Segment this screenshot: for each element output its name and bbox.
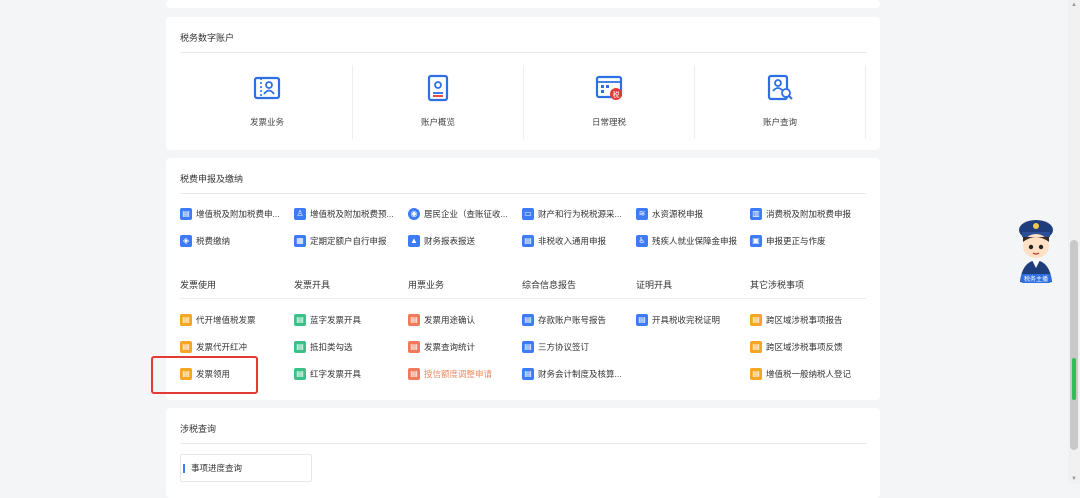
tile-label: 账户概览 [420,117,455,127]
scroll-up-icon[interactable]: ▲ [1071,2,1077,8]
category-certificate: 证明开具 [636,280,673,290]
accent-bar [183,464,185,473]
document-icon: ▤ [408,314,420,326]
non-tax-icon: ▤ [522,235,534,247]
category-other-matters: 其它涉税事项 [750,280,805,290]
property-icon: ▭ [522,208,534,220]
svg-text:税务主播: 税务主播 [1024,275,1048,283]
document-icon: ▤ [750,341,762,353]
section-title: 税费申报及缴纳 [180,174,244,184]
invoice-business-icon [253,76,281,100]
disability-icon: ♿ [636,235,648,247]
highlight-frame [151,356,258,394]
document-icon: ▤ [750,368,762,380]
tile-label: 日常理税 [591,117,626,127]
tax-digital-account-card: 税务数字账户 发票业务 账户概览 税 日常理税 账户查询 [166,17,880,150]
tile-account-overview[interactable]: 账户概览 [353,63,523,143]
declaration-icon: ♙ [294,208,306,220]
divider [180,298,866,299]
progress-query-button[interactable]: 事项进度查询 [180,454,312,482]
document-icon: ▤ [180,314,192,326]
water-icon: ≋ [636,208,648,220]
tax-officer-mascot-icon[interactable]: 税务主播 [1014,212,1058,288]
account-query-icon [767,74,793,101]
category-invoice-use: 发票使用 [180,280,217,290]
declaration-icon: ▤ [180,208,192,220]
document-icon: ▤ [522,368,534,380]
daily-tax-icon: 税 [595,75,623,100]
scrollbar-thumb[interactable] [1070,240,1078,450]
tax-query-card: 涉税查询 事项进度查询 [166,408,880,498]
enterprise-icon: ◉ [408,208,420,220]
tile-daily-tax[interactable]: 税 日常理税 [524,63,694,143]
category-ticket-business: 用票业务 [408,280,445,290]
document-icon: ▤ [294,341,306,353]
tile-label: 账户查询 [762,117,797,127]
section-title: 税务数字账户 [180,33,235,43]
document-icon: ▤ [294,314,306,326]
account-overview-icon [427,74,449,102]
payment-icon: ◈ [180,235,192,247]
section-title: 涉税查询 [180,424,217,434]
document-icon: ▤ [408,341,420,353]
document-icon: ▤ [180,341,192,353]
tile-account-query[interactable]: 账户查询 [695,63,865,143]
divider [865,65,866,139]
correction-icon: ▣ [750,235,762,247]
tile-label: 发票业务 [249,117,284,127]
document-icon: ▤ [294,368,306,380]
document-icon: ▤ [750,314,762,326]
category-invoice-issue: 发票开具 [294,280,331,290]
document-icon: ▤ [522,314,534,326]
divider [180,193,866,194]
report-icon: ▲ [408,235,420,247]
scroll-position-marker [1072,358,1076,400]
document-icon: ▤ [522,341,534,353]
progress-query-label: 事项进度查询 [191,463,243,473]
category-info-report: 综合信息报告 [522,280,577,290]
document-icon: ▤ [408,368,420,380]
fixed-quota-icon: ▦ [294,235,306,247]
document-icon: ▤ [636,314,648,326]
consumption-icon: ▥ [750,208,762,220]
tile-invoice-business[interactable]: 发票业务 [182,63,352,143]
scroll-down-icon[interactable]: ▼ [1071,476,1077,482]
divider [180,443,866,444]
svg-text:税: 税 [613,90,620,99]
divider [180,52,866,53]
top-card-fragment [166,0,880,8]
tax-declaration-card: 税费申报及缴纳 ▤ 增值税及附加税费申... ♙ 增值税及附加税费预... ◉ 居民企… [166,158,880,400]
